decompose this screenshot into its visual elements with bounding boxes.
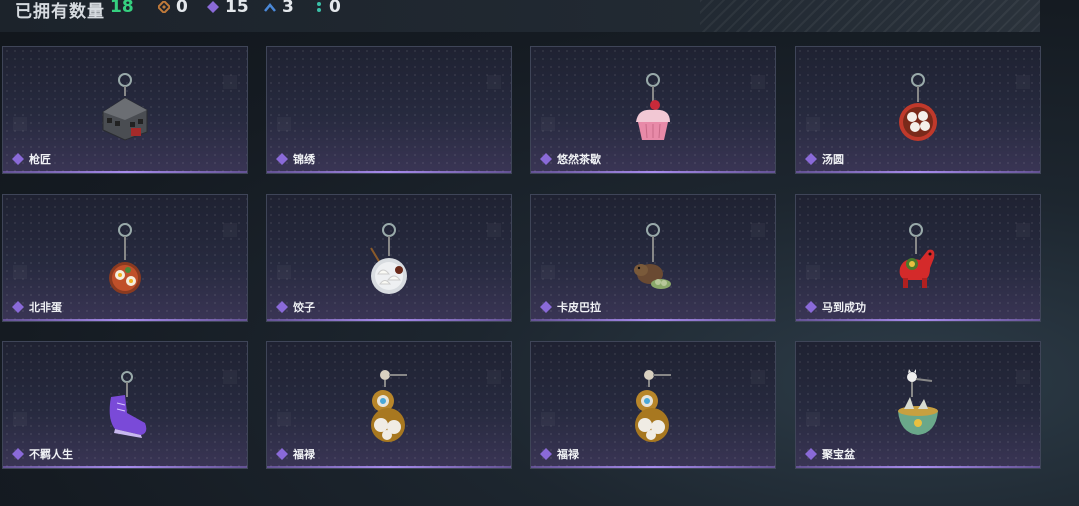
- item-card[interactable]: 枪匠: [2, 46, 248, 174]
- purple-rarity-icon: [805, 153, 817, 165]
- item-name: 卡皮巴拉: [557, 301, 601, 314]
- item-name-row: 福禄: [276, 446, 315, 462]
- owned-count-value: 18: [110, 0, 134, 17]
- card-deco: [541, 412, 555, 426]
- item-card[interactable]: 悠然茶歇: [530, 46, 776, 174]
- header-hatch-decoration: [700, 0, 1040, 32]
- item-name: 北非蛋: [29, 301, 62, 314]
- stat-orange-value: 0: [176, 0, 188, 17]
- stat-orange: 0: [158, 0, 188, 17]
- orange-diamond-icon: [158, 1, 170, 13]
- card-deco: [751, 75, 765, 89]
- blue-chevron-icon: [264, 3, 276, 12]
- purple-rarity-icon: [12, 301, 24, 313]
- item-name-row: 饺子: [276, 299, 315, 315]
- purple-rarity-icon: [276, 448, 288, 460]
- sneaker-charm-icon: [109, 371, 147, 438]
- item-name-row: 马到成功: [805, 299, 866, 315]
- gourd-charm-icon: [371, 370, 407, 442]
- item-card[interactable]: 锦绣: [266, 46, 512, 174]
- card-deco: [1016, 223, 1030, 237]
- purple-rarity-icon: [805, 301, 817, 313]
- item-name: 汤圆: [822, 153, 844, 166]
- stat-blue-value: 3: [282, 0, 294, 17]
- item-name-row: 北非蛋: [12, 299, 62, 315]
- item-name: 枪匠: [29, 153, 51, 166]
- shakshuka-charm-icon: [109, 223, 141, 294]
- item-name: 饺子: [293, 301, 315, 314]
- purple-rarity-icon: [276, 301, 288, 313]
- item-name: 福禄: [293, 448, 315, 461]
- item-card[interactable]: 聚宝盆: [795, 341, 1041, 469]
- purple-rarity-icon: [12, 448, 24, 460]
- tangyuan-bowl-charm-icon: [899, 73, 937, 141]
- item-name-row: 锦绣: [276, 151, 315, 167]
- card-deco: [1016, 370, 1030, 384]
- item-name-row: 福禄: [540, 446, 579, 462]
- item-name-row: 卡皮巴拉: [540, 299, 601, 315]
- dumpling-plate-charm-icon: [370, 223, 407, 294]
- card-deco: [487, 223, 501, 237]
- item-card[interactable]: 汤圆: [795, 46, 1041, 174]
- item-name-row: 枪匠: [12, 151, 51, 167]
- treasure-bowl-charm-icon: [898, 369, 938, 435]
- item-name-row: 悠然茶歇: [540, 151, 601, 167]
- card-deco: [487, 370, 501, 384]
- stat-teal: 0: [315, 0, 341, 17]
- card-deco: [277, 265, 291, 279]
- red-horse-charm-icon: [899, 223, 935, 288]
- card-deco: [751, 370, 765, 384]
- purple-rarity-icon: [540, 301, 552, 313]
- purple-diamond-icon: [207, 1, 219, 13]
- card-deco: [1016, 75, 1030, 89]
- item-card[interactable]: 马到成功: [795, 194, 1041, 322]
- card-deco: [223, 370, 237, 384]
- purple-rarity-icon: [540, 153, 552, 165]
- building-charm-icon: [102, 73, 148, 141]
- card-deco: [806, 412, 820, 426]
- card-deco: [277, 412, 291, 426]
- owned-count-label: 已拥有数量: [15, 2, 105, 22]
- card-deco: [541, 265, 555, 279]
- item-card[interactable]: 饺子: [266, 194, 512, 322]
- item-card[interactable]: 不羁人生: [2, 341, 248, 469]
- card-deco: [223, 75, 237, 89]
- card-deco: [277, 117, 291, 131]
- card-deco: [541, 117, 555, 131]
- item-name-row: 不羁人生: [12, 446, 73, 462]
- card-deco: [751, 223, 765, 237]
- item-card[interactable]: 卡皮巴拉: [530, 194, 776, 322]
- collection-header: 已拥有数量 18 0 15 3 0: [0, 0, 1040, 32]
- cupcake-charm-icon: [636, 73, 670, 140]
- purple-rarity-icon: [12, 153, 24, 165]
- purple-rarity-icon: [276, 153, 288, 165]
- item-name: 悠然茶歇: [557, 153, 601, 166]
- card-deco: [487, 75, 501, 89]
- item-name-row: 汤圆: [805, 151, 844, 167]
- capybara-charm-icon: [634, 223, 671, 289]
- stat-purple-value: 15: [225, 0, 249, 17]
- stat-purple: 15: [207, 0, 249, 17]
- purple-rarity-icon: [805, 448, 817, 460]
- card-deco: [13, 265, 27, 279]
- teal-dots-icon: [317, 2, 321, 12]
- item-name: 锦绣: [293, 153, 315, 166]
- item-name: 不羁人生: [29, 448, 73, 461]
- stat-blue: 3: [264, 0, 294, 17]
- item-card[interactable]: 福禄: [530, 341, 776, 469]
- card-deco: [13, 117, 27, 131]
- item-name: 马到成功: [822, 301, 866, 314]
- card-deco: [13, 412, 27, 426]
- stat-teal-value: 0: [329, 0, 341, 17]
- item-name: 福禄: [557, 448, 579, 461]
- card-deco: [223, 223, 237, 237]
- item-card[interactable]: 福禄: [266, 341, 512, 469]
- card-deco: [806, 117, 820, 131]
- purple-rarity-icon: [540, 448, 552, 460]
- item-card[interactable]: 北非蛋: [2, 194, 248, 322]
- card-deco: [806, 265, 820, 279]
- item-name: 聚宝盆: [822, 448, 855, 461]
- gourd-charm-icon: [635, 370, 671, 442]
- item-name-row: 聚宝盆: [805, 446, 855, 462]
